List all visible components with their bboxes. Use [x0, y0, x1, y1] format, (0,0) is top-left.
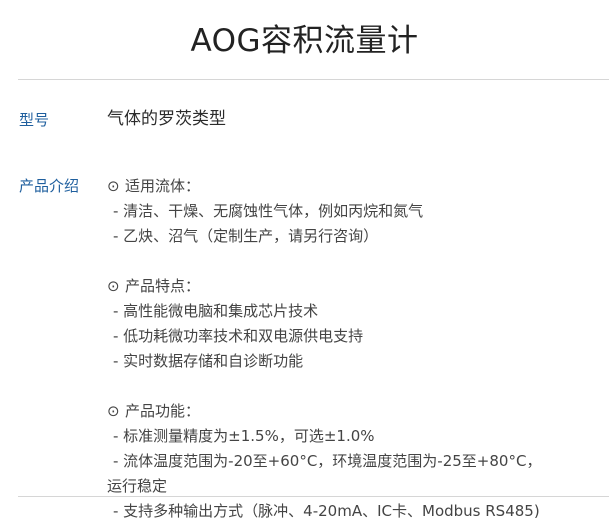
page-title: AOG容积流量计	[190, 23, 419, 59]
header-divider	[18, 79, 609, 80]
list-item: - 标准测量精度为±1.5%，可选±1.0%	[113, 427, 375, 445]
list-item: - 高性能微电脑和集成芯片技术	[113, 302, 319, 320]
product-intro-body: ⊙ 适用流体： - 清洁、干燥、无腐蚀性气体，例如丙烷和氮气 - 乙炔、沼气（定制…	[107, 174, 602, 524]
footer-divider	[18, 496, 609, 497]
list-item: - 支持多种输出方式（脉冲、4-20mA、IC卡、Modbus RS485)	[113, 502, 540, 520]
section-heading-functions: ⊙ 产品功能：	[107, 399, 602, 424]
section-heading-features: ⊙ 产品特点：	[107, 274, 602, 299]
model-label: 型号	[19, 111, 50, 129]
list-item: - 流体温度范围为-20至+60°C，环境温度范围为-25至+80°C，	[113, 452, 542, 470]
section-heading-applicable-fluids: ⊙ 适用流体：	[107, 174, 602, 199]
model-value: 气体的罗茨类型	[107, 109, 226, 129]
list-item: - 实时数据存储和自诊断功能	[113, 352, 304, 370]
section-heading-text: 产品功能：	[125, 402, 201, 420]
list-item: - 清洁、干燥、无腐蚀性气体，例如丙烷和氮气	[113, 202, 424, 220]
product-intro-label: 产品介绍	[19, 177, 80, 195]
circle-dot-icon: ⊙	[107, 277, 120, 295]
section-heading-text: 适用流体：	[125, 177, 201, 195]
list-item: - 乙炔、沼气（定制生产，请另行咨询）	[113, 227, 379, 245]
circle-dot-icon: ⊙	[107, 177, 120, 195]
list-item: - 低功耗微功率技术和双电源供电支持	[113, 327, 364, 345]
section-heading-text: 产品特点：	[125, 277, 201, 295]
circle-dot-icon: ⊙	[107, 402, 120, 420]
